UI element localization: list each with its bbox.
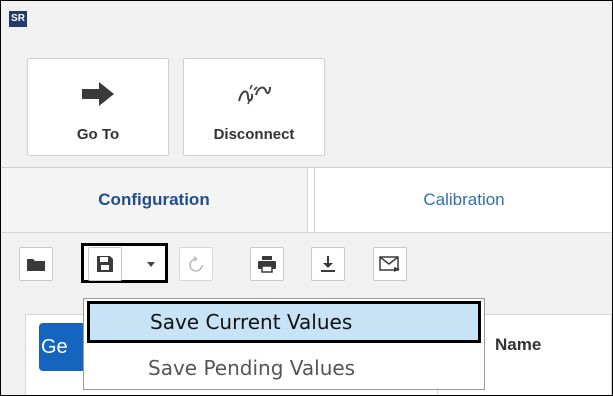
save-button-group: [81, 243, 168, 283]
open-folder-button[interactable]: [19, 247, 53, 281]
download-button[interactable]: [311, 247, 345, 281]
column-header-name[interactable]: Name: [495, 335, 541, 355]
app-badge: SR: [9, 11, 27, 27]
arrow-right-icon: [81, 81, 115, 112]
save-dropdown-toggle[interactable]: [140, 248, 162, 280]
refresh-button[interactable]: [179, 247, 213, 281]
goto-label: Go To: [76, 126, 120, 143]
save-button[interactable]: [88, 247, 122, 281]
save-dropdown-menu: Save Current Values Save Pending Values: [83, 298, 485, 390]
app-window: SR Go To Disconnect Configuration Calibr…: [0, 0, 613, 396]
menu-item-save-pending-values[interactable]: Save Pending Values: [84, 347, 484, 389]
email-button[interactable]: [373, 247, 407, 281]
disconnect-label: Disconnect: [213, 126, 295, 143]
goto-button[interactable]: Go To: [27, 58, 169, 156]
tab-configuration[interactable]: Configuration: [1, 168, 308, 232]
chevron-down-icon: [147, 257, 155, 271]
disconnect-button[interactable]: Disconnect: [183, 58, 325, 156]
toolbar: [1, 232, 612, 299]
tab-calibration[interactable]: Calibration: [314, 168, 612, 232]
ribbon: SR Go To Disconnect: [1, 1, 612, 167]
tab-bar: Configuration Calibration: [1, 167, 612, 233]
unplug-icon: [236, 81, 272, 112]
menu-item-save-current-values[interactable]: Save Current Values: [87, 301, 481, 343]
print-button[interactable]: [250, 247, 284, 281]
